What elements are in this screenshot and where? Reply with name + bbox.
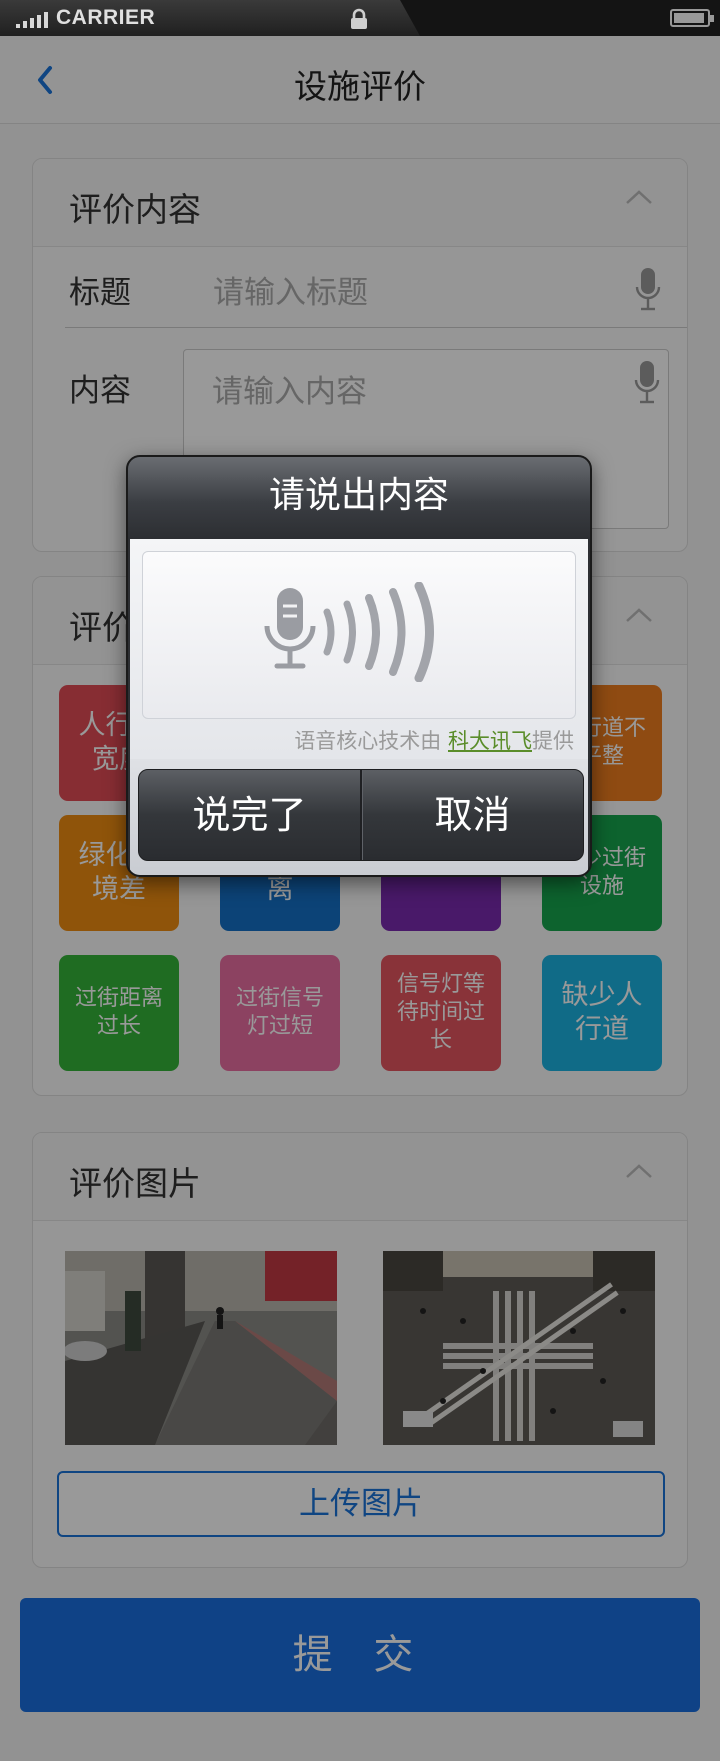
lock-icon: [351, 8, 367, 29]
credit-text: 语音核心技术由: [294, 729, 448, 753]
credit-suffix: 提供: [532, 729, 574, 753]
dialog-body: 语音核心技术由 科大讯飞提供: [130, 539, 588, 759]
voice-visual-panel: [142, 551, 576, 719]
iflytek-link[interactable]: 科大讯飞: [448, 729, 532, 753]
dialog-footer: 说完了 取消: [130, 759, 588, 875]
dialog-button-group: 说完了 取消: [138, 769, 584, 861]
status-bar: CARRIER: [0, 0, 720, 36]
done-speaking-button[interactable]: 说完了: [139, 770, 360, 860]
voice-credit: 语音核心技术由 科大讯飞提供: [294, 725, 574, 755]
battery-icon: [670, 9, 714, 27]
dialog-title: 请说出内容: [128, 457, 590, 539]
carrier-label: CARRIER: [56, 6, 156, 29]
microphone-sound-icon: [264, 582, 434, 682]
cancel-button[interactable]: 取消: [360, 770, 583, 860]
voice-input-dialog: 请说出内容 语音核心技术由 科大讯飞提供 说完了 取消: [126, 455, 592, 877]
signal-icon: [16, 10, 48, 28]
modal-overlay: [0, 36, 720, 1761]
